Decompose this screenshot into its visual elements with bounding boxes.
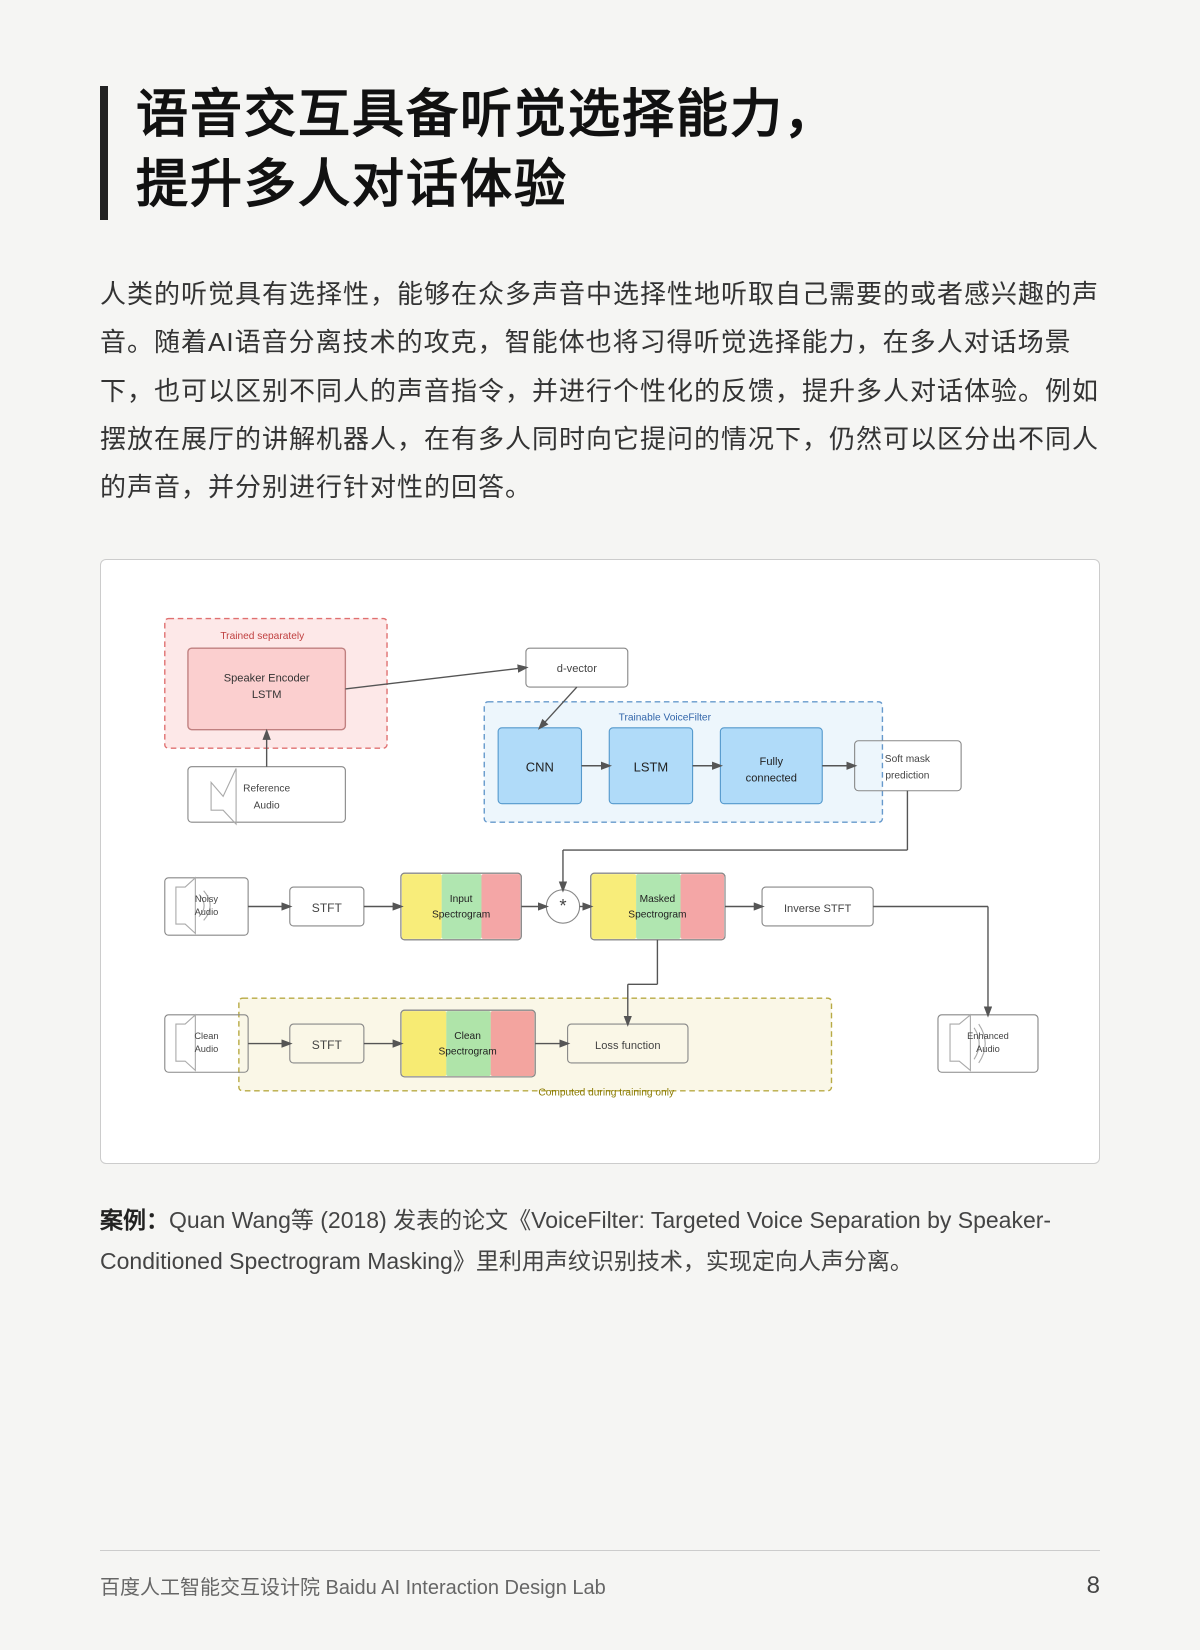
svg-text:Audio: Audio [195,907,219,917]
svg-text:Reference: Reference [243,784,290,795]
title-bar [100,86,108,220]
svg-text:Masked: Masked [640,894,676,905]
svg-text:Soft mask: Soft mask [885,754,931,765]
caption-text: Quan Wang等 (2018) 发表的论文《VoiceFilter: Tar… [100,1207,1051,1273]
svg-text:Trained separately: Trained separately [220,631,305,642]
title-line1: 语音交互具备听觉选择能力， [136,86,838,144]
body-paragraph: 人类的听觉具有选择性，能够在众多声音中选择性地听取自己需要的或者感兴趣的声音。随… [100,270,1100,510]
svg-text:Spectrogram: Spectrogram [628,909,686,920]
svg-text:Noisy: Noisy [195,894,219,904]
title-section: 语音交互具备听觉选择能力， 提升多人对话体验 [100,80,1100,220]
svg-text:Audio: Audio [195,1044,219,1054]
svg-text:Computed during training only: Computed during training only [538,1087,675,1098]
svg-text:Spectrogram: Spectrogram [432,909,490,920]
page-title: 语音交互具备听觉选择能力， 提升多人对话体验 [136,80,838,220]
svg-text:Input: Input [450,894,473,905]
svg-text:*: * [559,895,566,916]
svg-text:Fully: Fully [760,756,784,768]
svg-text:Spectrogram: Spectrogram [438,1046,496,1057]
page-number: 8 [1087,1572,1100,1600]
svg-text:STFT: STFT [312,1038,343,1052]
title-line2: 提升多人对话体验 [136,156,568,214]
footer-label: 百度人工智能交互设计院 Baidu AI Interaction Design … [100,1571,606,1600]
svg-text:Clean: Clean [194,1031,218,1041]
svg-text:connected: connected [746,772,797,784]
svg-text:LSTM: LSTM [634,759,669,774]
svg-text:Clean: Clean [454,1031,481,1042]
caption-prefix: 案例： [100,1207,169,1233]
diagram-svg: Trained separately Speaker Encoder LSTM … [137,600,1063,1119]
svg-text:Loss function: Loss function [595,1040,660,1052]
caption: 案例：Quan Wang等 (2018) 发表的论文《VoiceFilter: … [100,1200,1100,1281]
svg-text:prediction: prediction [885,771,929,782]
footer: 百度人工智能交互设计院 Baidu AI Interaction Design … [100,1550,1100,1600]
svg-text:Audio: Audio [976,1044,1000,1054]
svg-text:Speaker Encoder: Speaker Encoder [224,672,310,684]
svg-text:CNN: CNN [526,759,554,774]
svg-text:LSTM: LSTM [252,689,282,701]
diagram-container: Trained separately Speaker Encoder LSTM … [100,559,1100,1165]
svg-text:d-vector: d-vector [557,663,597,675]
svg-text:Audio: Audio [254,800,280,811]
svg-text:Enhanced: Enhanced [967,1031,1009,1041]
svg-text:Trainable VoiceFilter: Trainable VoiceFilter [619,712,712,723]
svg-text:Inverse STFT: Inverse STFT [784,903,851,915]
page: 语音交互具备听觉选择能力， 提升多人对话体验 人类的听觉具有选择性，能够在众多声… [0,0,1200,1650]
svg-text:STFT: STFT [312,901,343,915]
